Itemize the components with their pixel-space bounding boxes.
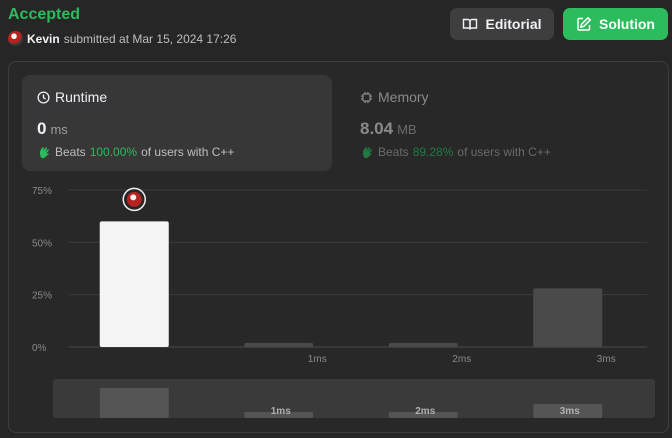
memory-title: Memory: [378, 89, 429, 105]
user-avatar-marker: [122, 187, 146, 212]
x-tick-label: 2ms: [452, 354, 471, 365]
editorial-label: Editorial: [485, 16, 542, 32]
avatar-marker-face: [130, 194, 137, 201]
x-tick-label: 1ms: [308, 354, 327, 365]
runtime-unit: ms: [50, 122, 68, 137]
memory-beats: Beats 89.28% of users with C++: [360, 145, 640, 159]
minimap-label: 1ms: [271, 406, 291, 417]
y-tick-label: 25%: [32, 291, 52, 302]
avatar[interactable]: [8, 31, 23, 46]
minimap-label: 3ms: [560, 406, 580, 417]
submission-info: Kevin submitted at Mar 15, 2024 17:26: [8, 31, 236, 46]
runtime-value: 0: [37, 119, 47, 138]
memory-card[interactable]: Memory 8.04 MB Beats 89.28% of users wit…: [345, 75, 655, 171]
beats-suffix: of users with C++: [141, 145, 235, 159]
beats-label: Beats: [55, 145, 86, 159]
y-tick-label: 75%: [32, 186, 52, 197]
username[interactable]: Kevin: [27, 32, 60, 46]
beats-label: Beats: [378, 145, 409, 159]
solution-button[interactable]: Solution: [563, 8, 668, 40]
beats-percent: 100.00%: [89, 145, 138, 159]
beats-percent: 89.28%: [412, 145, 454, 159]
runtime-beats: Beats 100.00% of users with C++: [37, 145, 317, 159]
book-icon: [463, 18, 478, 30]
clock-icon: [37, 90, 50, 104]
y-tick-label: 0%: [32, 343, 47, 354]
beats-suffix: of users with C++: [457, 145, 551, 159]
chart-bar[interactable]: [244, 342, 314, 347]
chart-minimap[interactable]: 1ms 2ms 3ms: [53, 379, 655, 418]
chart-bar[interactable]: [533, 288, 603, 347]
y-axis-ticks: 75% 50% 25% 0%: [32, 186, 52, 354]
submitted-time: submitted at Mar 15, 2024 17:26: [63, 31, 237, 46]
memory-value: 8.04: [360, 119, 394, 138]
chart-bar[interactable]: [99, 221, 169, 347]
status-accepted: Accepted: [8, 6, 81, 23]
chip-icon: [360, 91, 373, 103]
minimap-bar: [99, 388, 169, 418]
memory-unit: MB: [397, 122, 417, 137]
clapping-hands-icon: [40, 147, 49, 159]
result-panel: 75% 50% 25% 0% 1ms 2ms 3ms 1ms 2ms 3ms Runtime …: [8, 61, 669, 433]
memory-metric: 8.04 MB: [360, 119, 640, 139]
clapping-hands-icon: [363, 147, 372, 159]
x-tick-label: 3ms: [597, 354, 616, 365]
minimap-label: 2ms: [415, 406, 435, 417]
editorial-button[interactable]: Editorial: [450, 8, 554, 40]
runtime-title: Runtime: [55, 89, 108, 105]
chart-bars: [99, 221, 603, 347]
runtime-card[interactable]: Runtime 0 ms Beats 100.00% of users with…: [22, 75, 332, 171]
x-axis-labels: 1ms 2ms 3ms: [308, 354, 616, 365]
runtime-metric: 0 ms: [37, 119, 317, 139]
y-tick-label: 50%: [32, 238, 52, 249]
edit-icon: [577, 16, 592, 31]
solution-label: Solution: [599, 16, 655, 32]
chart-bar[interactable]: [388, 342, 458, 347]
